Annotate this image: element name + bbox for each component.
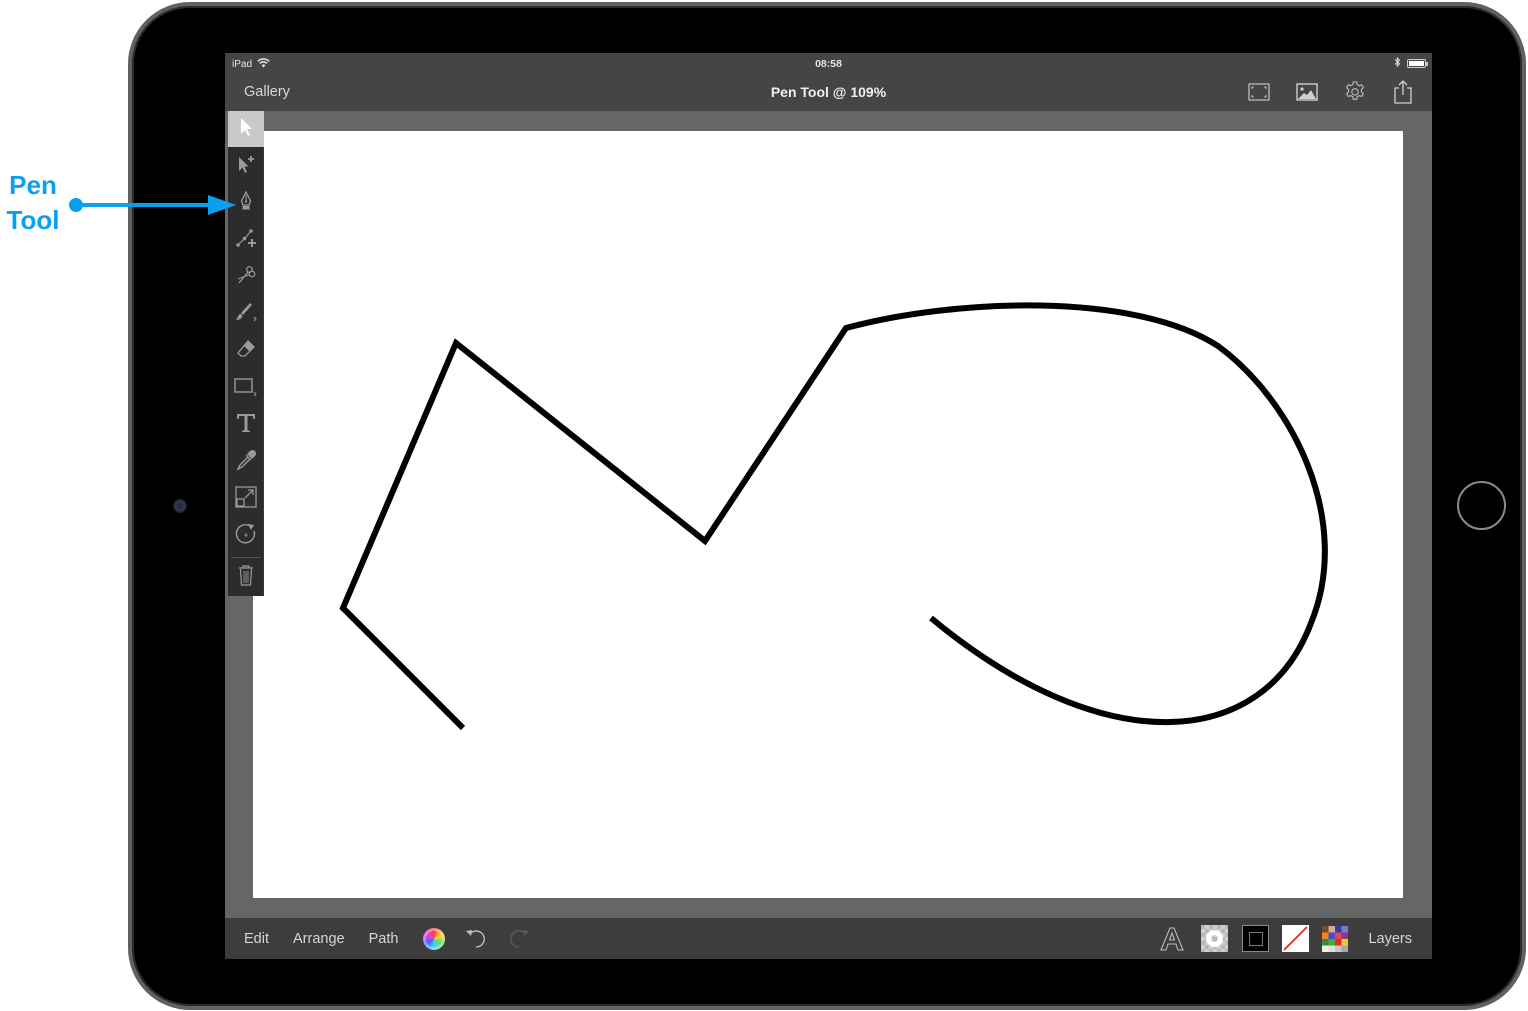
settings-gear-icon[interactable] bbox=[1342, 79, 1368, 105]
fit-to-screen-icon[interactable] bbox=[1246, 79, 1272, 105]
front-camera bbox=[173, 499, 187, 513]
undo-icon[interactable] bbox=[464, 928, 488, 950]
tool-eraser[interactable] bbox=[228, 333, 264, 369]
annotation-arrowhead bbox=[208, 195, 236, 215]
drawing bbox=[339, 302, 1328, 731]
brush-icon bbox=[234, 301, 258, 328]
tool-scale[interactable] bbox=[228, 481, 264, 517]
home-button[interactable] bbox=[1457, 481, 1506, 530]
bottom-left-group: Edit Arrange Path bbox=[244, 918, 531, 959]
share-icon[interactable] bbox=[1390, 79, 1416, 105]
navbar-actions bbox=[1246, 79, 1416, 105]
canvas-area[interactable] bbox=[225, 111, 1432, 918]
tool-delete[interactable] bbox=[228, 559, 264, 595]
edit-menu-button[interactable]: Edit bbox=[244, 931, 269, 947]
annotation-arrow bbox=[69, 195, 236, 215]
status-time: 08:58 bbox=[815, 58, 842, 70]
scale-icon bbox=[235, 485, 257, 513]
tool-rotate[interactable] bbox=[228, 518, 264, 554]
bluetooth-icon bbox=[1394, 56, 1401, 70]
status-right-group bbox=[1394, 56, 1428, 70]
redo-icon[interactable] bbox=[507, 928, 531, 950]
rotate-icon bbox=[234, 522, 258, 551]
tool-scissors[interactable] bbox=[228, 259, 264, 295]
navigation-bar: Gallery Pen Tool @ 109% bbox=[225, 73, 1432, 111]
scissors-icon bbox=[236, 265, 256, 290]
swatches-icon[interactable] bbox=[1322, 925, 1349, 952]
tool-text[interactable] bbox=[228, 407, 264, 443]
battery-icon bbox=[1407, 59, 1428, 68]
polyline-path[interactable] bbox=[339, 302, 1328, 731]
app-screen: iPad 08:58 Gallery Pen Tool @ 109% Edit … bbox=[225, 53, 1432, 959]
artboard[interactable] bbox=[253, 131, 1403, 898]
status-bar: iPad 08:58 bbox=[225, 53, 1432, 73]
eraser-icon bbox=[236, 339, 256, 364]
arrange-menu-button[interactable]: Arrange bbox=[293, 931, 345, 947]
image-icon[interactable] bbox=[1294, 79, 1320, 105]
text-t-icon bbox=[235, 412, 257, 439]
tool-shape[interactable] bbox=[228, 370, 264, 406]
tool-brush[interactable] bbox=[228, 296, 264, 332]
font-icon[interactable] bbox=[1159, 926, 1185, 951]
tool-eyedropper[interactable] bbox=[228, 444, 264, 480]
opacity-icon[interactable] bbox=[1201, 925, 1229, 952]
path-menu-button[interactable]: Path bbox=[369, 931, 399, 947]
eyedropper-icon bbox=[235, 449, 257, 476]
layers-button[interactable]: Layers bbox=[1368, 931, 1412, 947]
bottom-right-group: Layers bbox=[1159, 918, 1412, 959]
rectangle-icon bbox=[233, 376, 259, 401]
color-wheel-icon[interactable] bbox=[423, 927, 446, 950]
trash-icon bbox=[237, 564, 255, 591]
stroke-icon[interactable] bbox=[1242, 925, 1270, 952]
tool-separator bbox=[231, 557, 261, 558]
fill-none-icon[interactable] bbox=[1282, 925, 1310, 952]
bottom-toolbar: Edit Arrange Path Layers bbox=[225, 918, 1432, 959]
